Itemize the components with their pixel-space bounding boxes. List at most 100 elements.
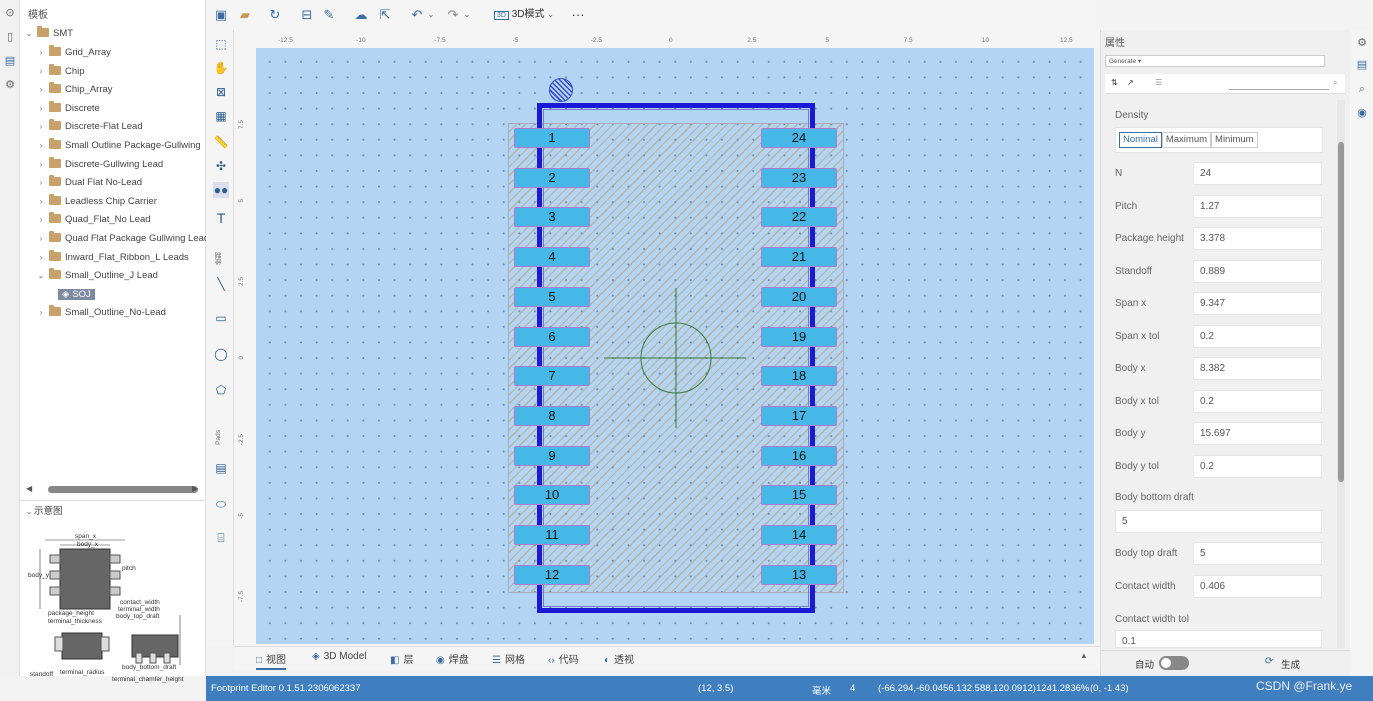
select-icon[interactable]: ⬚ (213, 36, 229, 52)
search-icon[interactable]: ⌕ (1355, 82, 1369, 96)
pad[interactable]: 15 (761, 485, 837, 506)
property-input[interactable]: 3.378 (1193, 227, 1322, 250)
tab-item[interactable]: ◈ 3D Model (312, 651, 367, 662)
pad[interactable]: 7 (514, 366, 590, 387)
cloud-upload-icon[interactable]: ☁ (352, 6, 370, 24)
tree-item[interactable]: › Chip (36, 63, 85, 81)
list-icon[interactable]: ☰ (1155, 78, 1162, 87)
search-icon[interactable]: ⌕ (1333, 78, 1337, 88)
tree-item[interactable]: › Discrete (36, 100, 100, 118)
props-scrollbar[interactable] (1337, 100, 1345, 648)
pad[interactable]: 14 (761, 525, 837, 545)
pad[interactable]: 23 (761, 167, 837, 188)
tree-item[interactable]: › Discrete-Flat Lead (36, 118, 143, 136)
property-input[interactable]: 0.889 (1193, 259, 1322, 283)
property-input[interactable]: 24 (1193, 162, 1322, 185)
property-input[interactable]: 9.347 (1193, 292, 1322, 315)
horizontal-scrollbar[interactable] (48, 486, 198, 493)
tab-item[interactable]: ◐ 透视 (604, 651, 634, 666)
property-input[interactable]: 0.2 (1193, 324, 1322, 348)
zoom-fit-icon[interactable]: ⊠ (213, 84, 229, 100)
refresh-icon[interactable]: ↻ (266, 6, 284, 24)
view-mode-select[interactable]: 3D 3D模式 ⌄ (488, 6, 560, 24)
tree-item[interactable]: › Quad_Flat_No Lead (36, 211, 151, 229)
generator-select[interactable]: Generate ▾ (1105, 55, 1325, 67)
props-search-input[interactable] (1229, 77, 1329, 90)
grid-icon[interactable]: ▦ (213, 108, 229, 124)
pad[interactable]: 13 (761, 564, 837, 585)
pad[interactable]: 21 (761, 247, 837, 268)
scroll-left-icon[interactable]: ◀ (26, 484, 32, 493)
pad[interactable]: 10 (514, 485, 590, 506)
tree-item[interactable]: › Dual Flat No-Lead (36, 174, 142, 192)
scroll-right-icon[interactable]: ▶ (192, 484, 198, 493)
tree-item[interactable]: › Small_Outline_No-Lead (36, 304, 166, 322)
text-tool-icon[interactable]: T (213, 210, 229, 226)
properties-icon[interactable]: ▤ (1355, 58, 1369, 72)
contact-width-tol-input[interactable]: 0.1 (1115, 630, 1322, 648)
more-button[interactable]: ··· (568, 6, 588, 24)
expand-icon[interactable]: ↗ (1127, 78, 1134, 87)
contact-width-input[interactable]: 0.406 (1193, 575, 1322, 598)
property-input[interactable]: 0.2 (1193, 389, 1322, 413)
tree-item[interactable]: › Quad Flat Package Gullwing Lead (36, 230, 209, 248)
origin-icon[interactable]: ✣ (213, 158, 229, 174)
tree-item[interactable]: ◈ SOJ (58, 286, 95, 304)
tree-item[interactable]: ⌄ Small_Outline_J Lead (36, 267, 158, 285)
unit-select[interactable]: 毫米 (812, 683, 831, 697)
edit-icon[interactable]: ✎ (320, 6, 338, 24)
save-icon[interactable]: ⊟ (298, 6, 316, 24)
pad[interactable]: 17 (761, 405, 837, 426)
tab-item[interactable]: ◧ 层 (390, 651, 413, 666)
template-icon[interactable]: ▤ (3, 54, 17, 68)
preview-header[interactable]: ⌄ 示意图 (24, 503, 63, 521)
density-option[interactable]: Minimum (1211, 132, 1258, 148)
undo-dropdown-icon[interactable]: ⌄ (426, 6, 436, 24)
pad[interactable]: 19 (761, 326, 837, 347)
settings-icon[interactable]: ⚙ (1355, 36, 1369, 50)
pad[interactable]: 2 (514, 167, 590, 188)
open-folder-icon[interactable]: ▰ (236, 6, 254, 24)
pad[interactable]: 4 (514, 247, 590, 268)
tree-item[interactable]: › Chip_Array (36, 81, 113, 99)
redo-icon[interactable]: ↷ (444, 6, 462, 24)
export-icon[interactable]: ⇱ (376, 6, 394, 24)
tree-item[interactable]: › Grid_Array (36, 44, 111, 62)
pad[interactable]: 24 (761, 128, 837, 148)
density-option[interactable]: Maximum (1161, 132, 1212, 148)
property-input[interactable]: 8.382 (1193, 357, 1322, 380)
pad[interactable]: 18 (761, 366, 837, 387)
tree-item[interactable]: › Discrete-Gullwing Lead (36, 156, 163, 174)
generate-button[interactable]: 生成 (1281, 657, 1300, 671)
tab-item[interactable]: ☰ 网格 (492, 651, 525, 666)
property-input[interactable]: 1.27 (1193, 194, 1322, 218)
pad[interactable]: 20 (761, 286, 837, 307)
new-file-icon[interactable]: ▣ (212, 6, 230, 24)
tree-item[interactable]: › Leadless Chip Carrier (36, 193, 157, 211)
pad-array-icon[interactable]: ▤ (213, 460, 229, 476)
eye-icon[interactable]: ◉ (1355, 106, 1369, 120)
tree-item[interactable]: › Inward_Flat_Ribbon_L Leads (36, 249, 189, 267)
undo-icon[interactable]: ↶ (408, 6, 426, 24)
tab-item[interactable]: ‹› 代码 (548, 651, 579, 666)
auto-toggle[interactable] (1159, 656, 1189, 670)
pad[interactable]: 22 (761, 207, 837, 228)
redo-dropdown-icon[interactable]: ⌄ (462, 6, 472, 24)
collapse-icon[interactable]: ▲ (1080, 651, 1088, 660)
line-tool-icon[interactable]: ╲ (213, 276, 229, 292)
body-bottom-draft-input[interactable]: 5 (1115, 510, 1322, 533)
tab-item[interactable]: □ 视图 (256, 651, 287, 670)
property-input[interactable]: 0.2 (1193, 454, 1322, 478)
pad[interactable]: 8 (514, 405, 590, 426)
props-scrollbar-thumb[interactable] (1338, 142, 1344, 482)
polygon-tool-icon[interactable]: ⬠ (213, 382, 229, 398)
clipboard-icon[interactable]: ▯ (3, 30, 17, 44)
pad[interactable]: 9 (514, 445, 590, 466)
pad[interactable]: 5 (514, 286, 590, 307)
ellipse-tool-icon[interactable]: ◯ (213, 346, 229, 362)
density-option[interactable]: Nominal (1119, 132, 1162, 148)
pad[interactable]: 11 (514, 525, 590, 545)
body-top-draft-input[interactable]: 5 (1193, 542, 1322, 565)
pad[interactable]: 12 (514, 564, 590, 585)
measure-icon[interactable]: 📏 (213, 134, 229, 150)
